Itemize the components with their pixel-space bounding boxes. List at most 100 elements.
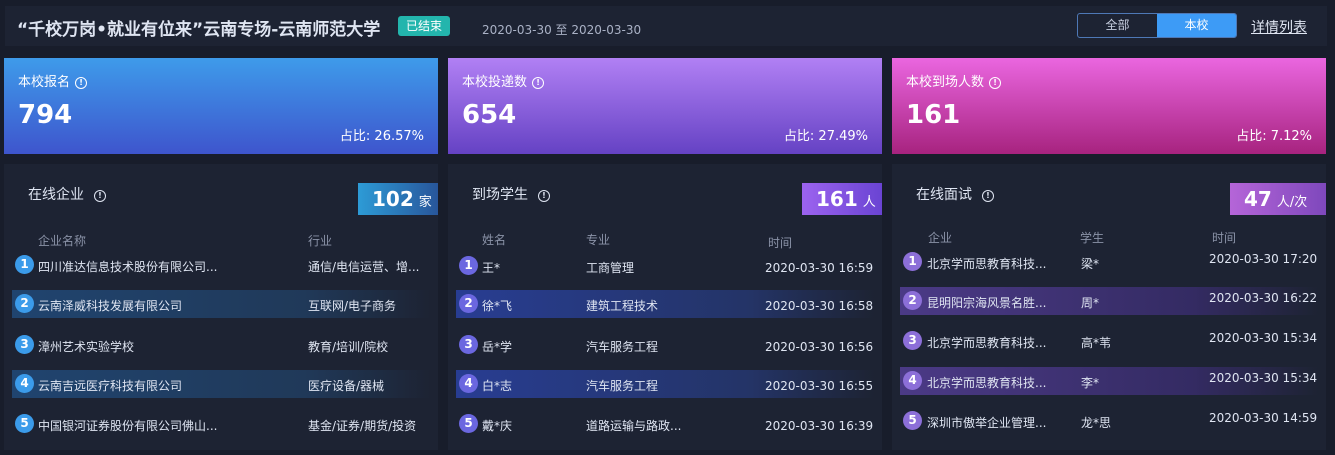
rank-badge: 3 xyxy=(459,335,478,354)
table-row[interactable]: 5 深圳市傲举企业管理... 龙*思 2020-03-30 14:59 xyxy=(900,406,1318,436)
table-row[interactable]: 1 王* 工商管理 2020-03-30 16:59 xyxy=(456,251,874,281)
detail-list-link[interactable]: 详情列表 xyxy=(1251,17,1307,37)
info-icon[interactable]: ! xyxy=(532,77,545,89)
rank-badge: 1 xyxy=(903,252,922,271)
stat-card-registration: 本校报名! 794 占比: 26.57% xyxy=(4,58,438,154)
count-unit: 人 xyxy=(862,195,876,210)
student-name: 白*志 xyxy=(482,379,513,393)
toggle-this-school[interactable]: 本校 xyxy=(1157,14,1236,37)
info-icon[interactable]: ! xyxy=(989,77,1002,89)
count-badge: 102 家 xyxy=(358,183,438,215)
panel-title: 在线面试 xyxy=(916,187,972,203)
toggle-all[interactable]: 全部 xyxy=(1078,14,1157,37)
count-badge: 161 人 xyxy=(802,183,882,215)
interview-company: 北京学而思教育科技... xyxy=(927,336,1047,350)
industry: 互联网/电子商务 xyxy=(308,299,397,313)
arrival-time: 2020-03-30 16:58 xyxy=(765,299,874,313)
scope-toggle: 全部 本校 xyxy=(1077,13,1237,38)
panel-title: 到场学生 xyxy=(472,187,528,203)
column-header-company: 企业 xyxy=(928,231,953,245)
table-row[interactable]: 3 岳*学 汽车服务工程 2020-03-30 16:56 xyxy=(456,330,874,360)
rank-badge: 5 xyxy=(459,414,478,433)
company-name: 四川准达信息技术股份有限公司... xyxy=(38,260,218,274)
industry: 基金/证券/期货/投资 xyxy=(308,419,417,433)
arrival-time: 2020-03-30 16:59 xyxy=(765,261,874,275)
student-major: 汽车服务工程 xyxy=(586,340,659,354)
student-major: 建筑工程技术 xyxy=(586,299,659,313)
column-header-industry: 行业 xyxy=(308,234,333,248)
table-row[interactable]: 1 北京学而思教育科技... 梁* 2020-03-30 17:20 xyxy=(900,247,1318,277)
table-row[interactable]: 2 徐*飞 建筑工程技术 2020-03-30 16:58 xyxy=(456,289,874,319)
industry: 医疗设备/器械 xyxy=(308,379,385,393)
interview-company: 北京学而思教育科技... xyxy=(927,257,1047,271)
header-bar: “千校万岗•就业有位来”云南专场-云南师范大学 已结束 2020-03-30 至… xyxy=(5,6,1327,46)
industry: 教育/培训/院校 xyxy=(308,340,389,354)
stat-ratio: 占比: 26.57% xyxy=(339,129,424,144)
online-companies-panel: 在线企业! 102 家 企业名称 行业 1 四川准达信息技术股份有限公司... 通… xyxy=(4,164,438,450)
column-header-student: 学生 xyxy=(1080,231,1105,245)
student-major: 汽车服务工程 xyxy=(586,379,659,393)
info-icon[interactable]: ! xyxy=(982,190,994,202)
table-row[interactable]: 4 北京学而思教育科技... 李* 2020-03-30 15:34 xyxy=(900,366,1318,396)
info-icon[interactable]: ! xyxy=(538,190,550,202)
table-row[interactable]: 5 戴*庆 道路运输与路政... 2020-03-30 16:39 xyxy=(456,409,874,439)
online-interviews-panel: 在线面试! 47 人/次 企业 学生 时间 1 北京学而思教育科技... 梁* 2… xyxy=(892,164,1326,450)
table-row[interactable]: 3 北京学而思教育科技... 高*苇 2020-03-30 15:34 xyxy=(900,326,1318,356)
rank-badge: 5 xyxy=(15,414,34,433)
column-header-company: 企业名称 xyxy=(38,234,87,248)
industry: 通信/电信运营、增... xyxy=(308,260,420,274)
count-unit: 人/次 xyxy=(1276,195,1308,210)
rank-badge: 1 xyxy=(459,256,478,275)
stat-card-attendance: 本校到场人数! 161 占比: 7.12% xyxy=(892,58,1326,154)
student-major: 道路运输与路政... xyxy=(586,419,682,433)
stat-value: 794 xyxy=(18,100,73,130)
rank-badge: 2 xyxy=(15,294,34,313)
table-row[interactable]: 2 云南泽威科技发展有限公司 互联网/电子商务 xyxy=(12,289,430,319)
date-range: 2020-03-30 至 2020-03-30 xyxy=(482,23,642,37)
stat-ratio: 占比: 27.49% xyxy=(783,129,868,144)
rank-badge: 4 xyxy=(15,374,34,393)
interview-student: 梁* xyxy=(1081,257,1100,271)
column-header-name: 姓名 xyxy=(482,233,507,247)
interview-time: 2020-03-30 15:34 xyxy=(1209,331,1318,345)
page-title: “千校万岗•就业有位来”云南专场-云南师范大学 xyxy=(17,20,381,40)
table-row[interactable]: 3 漳州艺术实验学校 教育/培训/院校 xyxy=(12,330,430,360)
rank-badge: 1 xyxy=(15,255,34,274)
table-row[interactable]: 4 白*志 汽车服务工程 2020-03-30 16:55 xyxy=(456,369,874,399)
info-icon[interactable]: ! xyxy=(94,190,106,202)
column-header-time: 时间 xyxy=(1212,231,1237,245)
interview-student: 周* xyxy=(1081,296,1100,310)
info-icon[interactable]: ! xyxy=(75,77,88,89)
company-name: 中国银河证券股份有限公司佛山... xyxy=(38,419,218,433)
interview-time: 2020-03-30 15:34 xyxy=(1209,371,1318,385)
student-major: 工商管理 xyxy=(586,261,635,275)
panel-title: 在线企业 xyxy=(28,187,84,203)
company-name: 漳州艺术实验学校 xyxy=(38,340,135,354)
table-row[interactable]: 4 云南吉远医疗科技有限公司 医疗设备/器械 xyxy=(12,369,430,399)
rank-badge: 2 xyxy=(459,294,478,313)
table-row[interactable]: 2 昆明阳宗海风景名胜... 周* 2020-03-30 16:22 xyxy=(900,286,1318,316)
stat-ratio: 占比: 7.12% xyxy=(1236,129,1312,144)
count-badge: 47 人/次 xyxy=(1230,183,1326,215)
company-name: 云南泽威科技发展有限公司 xyxy=(38,299,183,313)
interview-student: 李* xyxy=(1081,376,1100,390)
company-name: 云南吉远医疗科技有限公司 xyxy=(38,379,183,393)
column-header-major: 专业 xyxy=(586,233,611,247)
student-name: 徐*飞 xyxy=(482,299,513,313)
interview-time: 2020-03-30 14:59 xyxy=(1209,411,1318,425)
stat-value: 654 xyxy=(462,100,517,130)
table-row[interactable]: 1 四川准达信息技术股份有限公司... 通信/电信运营、增... xyxy=(12,250,430,280)
interview-time: 2020-03-30 16:22 xyxy=(1209,291,1318,305)
arrival-time: 2020-03-30 16:56 xyxy=(765,340,874,354)
stat-label: 本校投递数 xyxy=(462,75,528,90)
arrival-time: 2020-03-30 16:55 xyxy=(765,379,874,393)
interview-company: 深圳市傲举企业管理... xyxy=(927,416,1047,430)
rank-badge: 4 xyxy=(459,374,478,393)
table-row[interactable]: 5 中国银河证券股份有限公司佛山... 基金/证券/期货/投资 xyxy=(12,409,430,439)
stat-label: 本校报名 xyxy=(18,75,71,90)
stat-card-submissions: 本校投递数! 654 占比: 27.49% xyxy=(448,58,882,154)
rank-badge: 3 xyxy=(903,331,922,350)
status-badge: 已结束 xyxy=(398,16,450,36)
rank-badge: 3 xyxy=(15,335,34,354)
count-value: 47 xyxy=(1244,187,1272,211)
